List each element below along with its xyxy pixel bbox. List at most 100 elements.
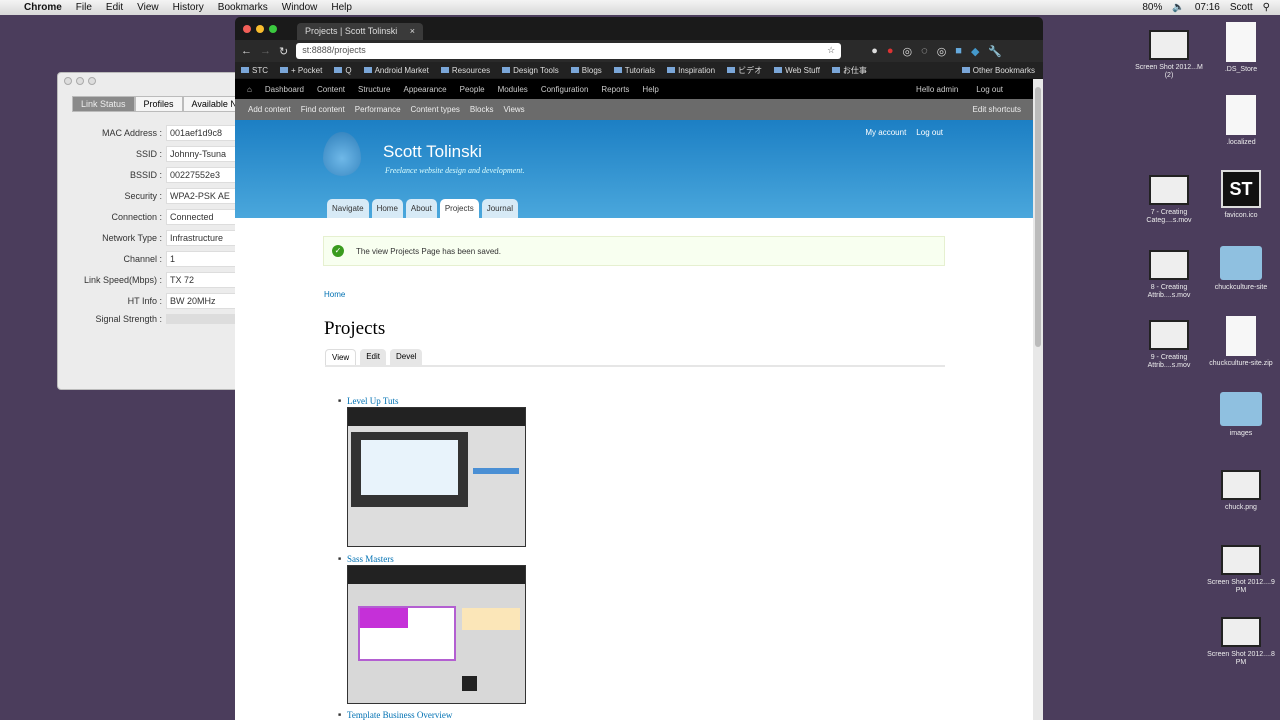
zoom-button[interactable]	[269, 25, 277, 33]
bookmark-folder[interactable]: STC	[241, 66, 268, 75]
browser-tab[interactable]: Projects | Scott Tolinski ×	[297, 23, 423, 40]
wrench-icon[interactable]: 🔧	[988, 45, 1002, 58]
site-name[interactable]: Scott Tolinski	[383, 142, 482, 162]
desktop-icon[interactable]: chuck.png	[1206, 470, 1276, 512]
desktop-icon[interactable]: .localized	[1206, 95, 1276, 147]
close-button[interactable]	[64, 77, 72, 85]
drupal-logo[interactable]	[323, 132, 361, 176]
zoom-button[interactable]	[88, 77, 96, 85]
bookmark-folder[interactable]: Resources	[440, 66, 490, 75]
battery-status[interactable]: 80%	[1142, 2, 1162, 13]
shortcut-content-types[interactable]: Content types	[411, 105, 460, 114]
project-thumbnail[interactable]	[347, 407, 526, 547]
admin-menu-content[interactable]: Content	[317, 85, 345, 94]
clock[interactable]: 07:16	[1195, 2, 1220, 13]
project-link[interactable]: Template Business Overview	[338, 710, 452, 720]
desktop-icon[interactable]: chuckculture-site.zip	[1206, 316, 1276, 368]
nav-tab-projects[interactable]: Projects	[439, 199, 479, 218]
menu-app-chrome[interactable]: Chrome	[24, 2, 62, 13]
spotlight-icon[interactable]: ⚲	[1263, 2, 1270, 13]
bookmark-folder[interactable]: Android Market	[363, 66, 429, 75]
other-bookmarks[interactable]: Other Bookmarks	[961, 66, 1035, 75]
admin-menu-help[interactable]: Help	[642, 85, 658, 94]
bookmark-folder[interactable]: Web Stuff	[774, 66, 820, 75]
user-name[interactable]: Scott	[1230, 2, 1253, 13]
menu-bookmarks[interactable]: Bookmarks	[218, 2, 268, 13]
desktop-icon[interactable]: Screen Shot 2012...M (2)	[1134, 30, 1204, 80]
back-icon[interactable]: ←	[241, 45, 252, 57]
tab-profiles[interactable]: Profiles	[134, 96, 183, 112]
bookmark-folder[interactable]: Inspiration	[667, 66, 715, 75]
desktop-icon[interactable]: .DS_Store	[1206, 22, 1276, 74]
admin-log-out[interactable]: Log out	[976, 85, 1003, 94]
admin-menu-dashboard[interactable]: Dashboard	[265, 85, 304, 94]
shortcut-views[interactable]: Views	[503, 105, 524, 114]
menu-edit[interactable]: Edit	[106, 2, 123, 13]
tab-edit[interactable]: Edit	[360, 349, 386, 365]
bookmark-folder[interactable]: Tutorials	[613, 66, 655, 75]
minimize-button[interactable]	[76, 77, 84, 85]
nav-tab-about[interactable]: About	[405, 199, 437, 218]
log-out-link[interactable]: Log out	[916, 128, 943, 137]
admin-menu-people[interactable]: People	[460, 85, 485, 94]
admin-menu-modules[interactable]: Modules	[498, 85, 528, 94]
desktop-icon[interactable]: chuckculture-site	[1206, 246, 1276, 292]
shortcut-blocks[interactable]: Blocks	[470, 105, 494, 114]
forward-icon[interactable]: →	[260, 45, 271, 57]
nav-tab-navigate[interactable]: Navigate	[327, 199, 369, 218]
desktop-icon[interactable]: 7 - Creating Categ....s.mov	[1134, 175, 1204, 225]
reload-icon[interactable]: ↻	[279, 45, 288, 58]
tab-devel[interactable]: Devel	[390, 349, 423, 365]
bookmark-folder[interactable]: Design Tools	[502, 66, 559, 75]
scrollbar-thumb[interactable]	[1035, 87, 1041, 347]
close-button[interactable]	[243, 25, 251, 33]
desktop-icon[interactable]: 8 - Creating Attrib....s.mov	[1134, 250, 1204, 300]
menu-view[interactable]: View	[137, 2, 159, 13]
volume-icon[interactable]: 🔈	[1172, 2, 1184, 13]
address-bar[interactable]: st:8888/projects ☆	[296, 43, 842, 59]
bookmark-folder[interactable]: Q	[334, 66, 352, 75]
headphones-icon[interactable]: ◎	[903, 45, 913, 58]
home-icon[interactable]: ⌂	[247, 85, 252, 94]
my-account-link[interactable]: My account	[865, 128, 906, 137]
tab-link-status[interactable]: Link Status	[72, 96, 135, 112]
menu-help[interactable]: Help	[331, 2, 352, 13]
menu-history[interactable]: History	[173, 2, 204, 13]
close-tab-icon[interactable]: ×	[410, 26, 415, 37]
project-thumbnail[interactable]	[347, 565, 526, 704]
shortcut-add-content[interactable]: Add content	[248, 105, 291, 114]
extension-icon[interactable]: ■	[955, 45, 962, 58]
extension-icon[interactable]: ◌	[921, 45, 928, 58]
nav-tab-home[interactable]: Home	[371, 199, 403, 218]
extension-icon[interactable]: ◆	[971, 45, 979, 58]
shortcut-find-content[interactable]: Find content	[301, 105, 345, 114]
scrollbar[interactable]	[1033, 79, 1043, 720]
desktop-icon[interactable]: images	[1206, 392, 1276, 438]
desktop-icon[interactable]: 9 - Creating Attrib....s.mov	[1134, 320, 1204, 370]
nav-tab-journal[interactable]: Journal	[481, 199, 518, 218]
minimize-button[interactable]	[256, 25, 264, 33]
menu-window[interactable]: Window	[282, 2, 318, 13]
bookmark-star-icon[interactable]: ☆	[827, 45, 835, 57]
shortcut-performance[interactable]: Performance	[355, 105, 401, 114]
breadcrumb[interactable]: Home	[324, 290, 345, 299]
project-link[interactable]: Level Up Tuts	[338, 396, 399, 406]
bookmark-folder[interactable]: お仕事	[831, 65, 867, 76]
desktop-icon[interactable]: ST favicon.ico	[1206, 170, 1276, 220]
tab-view[interactable]: View	[325, 349, 357, 365]
admin-menu-configuration[interactable]: Configuration	[541, 85, 589, 94]
project-link[interactable]: Sass Masters	[338, 554, 394, 564]
headphones-icon[interactable]: ◎	[937, 45, 947, 58]
extension-icon[interactable]: ●	[887, 45, 894, 58]
admin-menu-structure[interactable]: Structure	[358, 85, 390, 94]
menu-file[interactable]: File	[76, 2, 92, 13]
bookmark-folder[interactable]: ビデオ	[727, 65, 762, 76]
desktop-icon[interactable]: Screen Shot 2012....9 PM	[1206, 545, 1276, 595]
desktop-icon[interactable]: Screen Shot 2012....8 PM	[1206, 617, 1276, 667]
extension-icon[interactable]: ●	[871, 45, 878, 58]
bookmark-folder[interactable]: + Pocket	[280, 66, 322, 75]
bookmark-folder[interactable]: Blogs	[570, 66, 602, 75]
admin-menu-reports[interactable]: Reports	[601, 85, 629, 94]
admin-menu-appearance[interactable]: Appearance	[403, 85, 446, 94]
edit-shortcuts-link[interactable]: Edit shortcuts	[973, 105, 1033, 114]
